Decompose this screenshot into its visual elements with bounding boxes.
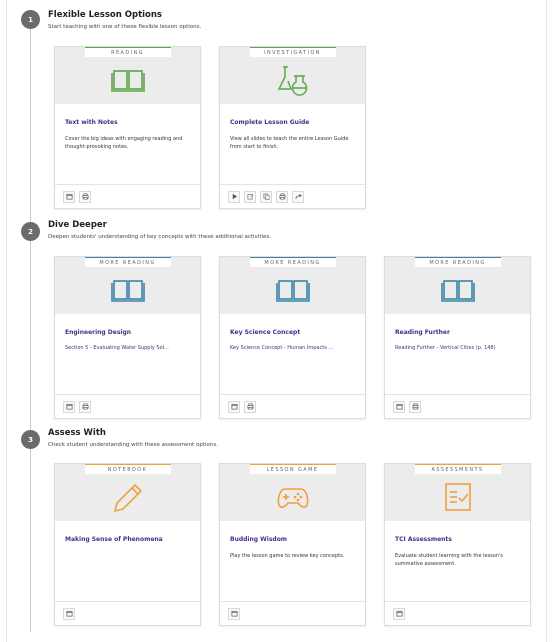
card-toolbar bbox=[220, 184, 365, 208]
card-title[interactable]: TCI Assessments bbox=[395, 536, 452, 543]
card-key-science-concept[interactable]: MORE READING Key Science Concept Key Sci… bbox=[219, 256, 366, 419]
section-1-title: Flexible Lesson Options bbox=[48, 10, 162, 20]
pencil-icon bbox=[113, 484, 142, 512]
calendar-icon bbox=[395, 403, 403, 410]
print-button[interactable] bbox=[276, 190, 288, 203]
card-tag: INVESTIGATION bbox=[249, 47, 336, 57]
card-tag: MORE READING bbox=[414, 257, 501, 267]
calendar-button[interactable] bbox=[228, 607, 240, 620]
print-button[interactable] bbox=[409, 400, 421, 413]
calendar-icon bbox=[230, 610, 238, 617]
calendar-icon bbox=[65, 610, 73, 617]
card-toolbar bbox=[385, 394, 530, 418]
card-title[interactable]: Text with Notes bbox=[65, 119, 118, 126]
card-tag: MORE READING bbox=[84, 257, 171, 267]
calendar-icon bbox=[65, 403, 73, 410]
card-toolbar bbox=[220, 394, 365, 418]
print-icon bbox=[247, 403, 253, 410]
gamepad-icon bbox=[277, 488, 308, 508]
card-complete-lesson-guide[interactable]: INVESTIGATION Complete Lesson Guide View… bbox=[219, 46, 366, 209]
calendar-button[interactable] bbox=[393, 400, 405, 413]
present-button[interactable] bbox=[228, 190, 240, 203]
calendar-icon bbox=[230, 403, 238, 410]
card-title[interactable]: Budding Wisdom bbox=[230, 536, 287, 543]
print-button[interactable] bbox=[244, 400, 256, 413]
section-2-subtitle: Deepen students' understanding of key co… bbox=[48, 234, 272, 240]
print-button[interactable] bbox=[79, 190, 91, 203]
card-description: Evaluate student learning with the lesso… bbox=[395, 553, 503, 567]
calendar-icon bbox=[65, 193, 73, 200]
card-toolbar bbox=[220, 601, 365, 625]
calendar-button[interactable] bbox=[228, 400, 240, 413]
share-button[interactable] bbox=[292, 190, 304, 203]
section-2-title: Dive Deeper bbox=[48, 220, 107, 230]
calendar-button[interactable] bbox=[63, 400, 75, 413]
card-toolbar bbox=[55, 601, 200, 625]
card-text-with-notes[interactable]: READING Text with Notes Cover the big id… bbox=[54, 46, 201, 209]
book-icon bbox=[110, 280, 145, 302]
copy-icon bbox=[263, 193, 269, 200]
calendar-icon bbox=[395, 610, 403, 617]
assessment-icon bbox=[444, 483, 471, 511]
calendar-button[interactable] bbox=[63, 190, 75, 203]
step-2-badge: 2 bbox=[21, 222, 40, 241]
print-button[interactable] bbox=[79, 400, 91, 413]
card-title[interactable]: Engineering Design bbox=[65, 329, 131, 336]
card-engineering-design[interactable]: MORE READING Engineering Design Section … bbox=[54, 256, 201, 419]
card-tag: MORE READING bbox=[249, 257, 336, 267]
section-1-subtitle: Start teaching with one of these flexibl… bbox=[48, 24, 202, 30]
card-description: View all slides to teach the entire Less… bbox=[230, 136, 349, 150]
flask-icon bbox=[277, 66, 307, 96]
print-icon bbox=[412, 403, 418, 410]
play-icon bbox=[232, 193, 237, 200]
print-icon bbox=[82, 403, 88, 410]
card-description: Play the lesson game to review key conce… bbox=[230, 553, 345, 559]
share-icon bbox=[294, 193, 302, 200]
edit-button[interactable] bbox=[244, 190, 256, 203]
timeline-line bbox=[30, 14, 31, 632]
card-title[interactable]: Reading Further bbox=[395, 329, 450, 336]
copy-button[interactable] bbox=[260, 190, 272, 203]
card-link[interactable]: Key Science Concept - Human Impacts ... bbox=[230, 345, 358, 351]
card-toolbar bbox=[55, 394, 200, 418]
card-budding-wisdom[interactable]: LESSON GAME Budding Wisdom Play the less… bbox=[219, 463, 366, 626]
step-1-badge: 1 bbox=[21, 10, 40, 29]
print-icon bbox=[82, 193, 88, 200]
book-icon bbox=[440, 280, 475, 302]
card-toolbar bbox=[55, 184, 200, 208]
calendar-button[interactable] bbox=[63, 607, 75, 620]
card-tag: ASSESSMENTS bbox=[414, 464, 501, 474]
section-3-subtitle: Check student understanding with these a… bbox=[48, 442, 218, 448]
card-title[interactable]: Key Science Concept bbox=[230, 329, 300, 336]
book-icon bbox=[110, 70, 145, 92]
card-link[interactable]: Reading Further - Vertical Cities (p. 14… bbox=[395, 345, 523, 351]
section-3-title: Assess With bbox=[48, 428, 106, 438]
card-title[interactable]: Complete Lesson Guide bbox=[230, 119, 309, 126]
card-title[interactable]: Making Sense of Phenomena bbox=[65, 536, 163, 543]
calendar-button[interactable] bbox=[393, 607, 405, 620]
card-tag: LESSON GAME bbox=[249, 464, 336, 474]
book-icon bbox=[275, 280, 310, 302]
card-reading-further[interactable]: MORE READING Reading Further Reading Fur… bbox=[384, 256, 531, 419]
card-tag: READING bbox=[84, 47, 171, 57]
card-tag: NOTEBOOK bbox=[84, 464, 171, 474]
edit-icon bbox=[247, 193, 253, 200]
card-tci-assessments[interactable]: ASSESSMENTS TCI Assessments Evaluate stu… bbox=[384, 463, 531, 626]
print-icon bbox=[279, 193, 285, 200]
card-making-sense-of-phenomena[interactable]: NOTEBOOK Making Sense of Phenomena bbox=[54, 463, 201, 626]
card-link[interactable]: Section 5 - Evaluating Water Supply Sol.… bbox=[65, 345, 193, 351]
card-toolbar bbox=[385, 601, 530, 625]
step-3-badge: 3 bbox=[21, 430, 40, 449]
card-description: Cover the big ideas with engaging readin… bbox=[65, 136, 183, 150]
